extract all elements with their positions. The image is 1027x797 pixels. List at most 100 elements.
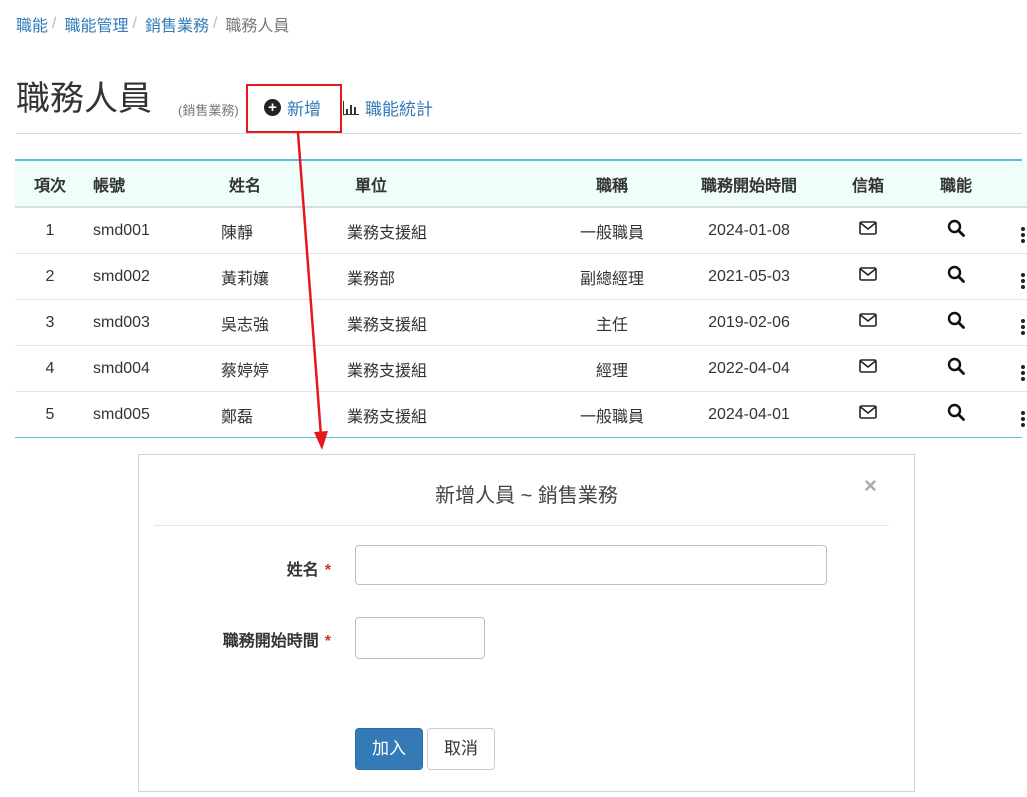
close-icon[interactable]: × bbox=[864, 475, 877, 497]
cell-mail bbox=[824, 253, 912, 300]
table-header-row: 項次 帳號 姓名 單位 職稱 職務開始時間 信箱 職能 bbox=[15, 161, 1027, 208]
cell-name: 蔡婷婷 bbox=[221, 345, 347, 392]
breadcrumb-item-skills[interactable]: 職能 bbox=[16, 12, 48, 36]
table-row: 4 smd004 蔡婷婷 業務支援組 經理 2022-04-04 bbox=[15, 345, 1027, 392]
cancel-button[interactable]: 取消 bbox=[427, 728, 495, 770]
cell-more bbox=[1000, 345, 1027, 392]
cell-no: 1 bbox=[45, 221, 55, 239]
search-icon[interactable] bbox=[947, 403, 965, 421]
breadcrumb-item-sales[interactable]: 銷售業務 bbox=[145, 12, 209, 36]
cell-job-title: 副總經理 bbox=[550, 253, 674, 300]
search-icon[interactable] bbox=[947, 311, 965, 329]
cell-account: smd002 bbox=[85, 253, 221, 300]
kebab-menu-icon[interactable] bbox=[1021, 273, 1025, 289]
cell-unit: 業務部 bbox=[347, 253, 550, 300]
start-date-input[interactable] bbox=[355, 617, 485, 659]
cell-name: 黃莉孃 bbox=[221, 253, 347, 300]
bar-chart-icon bbox=[343, 100, 359, 115]
cell-no: 3 bbox=[15, 299, 85, 346]
modal-divider bbox=[154, 525, 889, 526]
skill-stats-link[interactable]: 職能統計 bbox=[343, 95, 433, 120]
name-field-label: 姓名 * bbox=[179, 556, 331, 580]
add-button[interactable]: 加入 bbox=[355, 728, 423, 770]
column-header-skills: 職能 bbox=[912, 161, 1000, 208]
page-header: 職務人員 (銷售業務) + 新增 職能統計 bbox=[16, 76, 1022, 134]
cell-skills bbox=[912, 345, 1000, 392]
start-date-label-text: 職務開始時間 bbox=[222, 633, 319, 650]
cell-name: 陳靜 bbox=[221, 224, 254, 242]
cell-mail bbox=[824, 207, 912, 254]
column-header-no: 項次 bbox=[15, 161, 85, 208]
add-staff-modal: 新增人員 ~ 銷售業務 × 姓名 * 職務開始時間 * 加入 取消 bbox=[138, 454, 915, 792]
cell-mail bbox=[824, 299, 912, 346]
name-label-text: 姓名 bbox=[286, 562, 319, 579]
cell-name: 鄭磊 bbox=[221, 391, 347, 437]
cell-start-date: 2024-04-01 bbox=[674, 391, 824, 437]
cell-unit: 業務支援組 bbox=[347, 224, 428, 242]
search-icon[interactable] bbox=[947, 357, 965, 375]
page-subtitle: (銷售業務) bbox=[178, 103, 239, 118]
page-title: 職務人員 bbox=[16, 80, 152, 118]
column-header-unit: 單位 bbox=[347, 161, 550, 208]
cell-start-date: 2021-05-03 bbox=[674, 253, 824, 300]
required-mark: * bbox=[324, 633, 331, 650]
cell-more bbox=[1000, 253, 1027, 300]
column-header-name: 姓名 bbox=[221, 161, 347, 208]
skill-stats-label: 職能統計 bbox=[365, 100, 433, 119]
cell-account: smd005 bbox=[85, 391, 221, 437]
required-mark: * bbox=[324, 562, 331, 579]
envelope-icon[interactable] bbox=[859, 359, 877, 373]
envelope-icon[interactable] bbox=[859, 405, 877, 419]
breadcrumb: 職能 / 職能管理 / 銷售業務 / 職務人員 bbox=[16, 13, 289, 35]
cell-unit: 業務支援組 bbox=[347, 391, 550, 437]
envelope-icon[interactable] bbox=[859, 221, 877, 235]
cell-start-date: 2019-02-06 bbox=[674, 299, 824, 346]
name-input[interactable] bbox=[355, 545, 827, 585]
column-header-job-title: 職稱 bbox=[550, 161, 674, 208]
search-icon[interactable] bbox=[947, 219, 965, 237]
table-row: 1 smd001 陳靜 業務支援組 一般職員 2024-01-08 bbox=[15, 207, 1027, 254]
cell-account: smd001 bbox=[93, 221, 150, 239]
cell-unit: 業務支援組 bbox=[347, 345, 550, 392]
cell-more bbox=[1000, 391, 1027, 437]
kebab-menu-icon[interactable] bbox=[1021, 319, 1025, 335]
staff-table: 項次 帳號 姓名 單位 職稱 職務開始時間 信箱 職能 1 smd001 陳靜 … bbox=[15, 159, 1027, 438]
cell-mail bbox=[824, 391, 912, 437]
column-header-more bbox=[1000, 161, 1027, 208]
breadcrumb-item-skill-management[interactable]: 職能管理 bbox=[64, 12, 128, 36]
breadcrumb-current: 職務人員 bbox=[225, 18, 290, 35]
kebab-menu-icon[interactable] bbox=[1021, 227, 1025, 243]
kebab-menu-icon[interactable] bbox=[1021, 365, 1025, 381]
cell-job-title: 一般職員 bbox=[550, 391, 674, 437]
envelope-icon[interactable] bbox=[859, 313, 877, 327]
cell-more bbox=[1000, 299, 1027, 346]
start-date-field-label: 職務開始時間 * bbox=[179, 627, 331, 651]
cell-more bbox=[1000, 207, 1027, 254]
cell-skills bbox=[912, 391, 1000, 437]
column-header-start-date: 職務開始時間 bbox=[674, 161, 824, 208]
kebab-menu-icon[interactable] bbox=[1021, 411, 1025, 427]
table-row: 2 smd002 黃莉孃 業務部 副總經理 2021-05-03 bbox=[15, 253, 1027, 300]
cell-no: 2 bbox=[15, 253, 85, 300]
search-icon[interactable] bbox=[947, 265, 965, 283]
cell-unit: 業務支援組 bbox=[347, 299, 550, 346]
cell-account: smd003 bbox=[85, 299, 221, 346]
breadcrumb-separator: / bbox=[52, 15, 57, 32]
cell-job-title: 經理 bbox=[550, 345, 674, 392]
cell-account: smd004 bbox=[85, 345, 221, 392]
cell-start-date: 2022-04-04 bbox=[674, 345, 824, 392]
table-row: 3 smd003 吳志強 業務支援組 主任 2019-02-06 bbox=[15, 299, 1027, 346]
cell-skills bbox=[912, 253, 1000, 300]
envelope-icon[interactable] bbox=[859, 267, 877, 281]
cell-no: 5 bbox=[15, 391, 85, 437]
cell-mail bbox=[824, 345, 912, 392]
breadcrumb-separator: / bbox=[212, 15, 218, 32]
cell-skills bbox=[912, 299, 1000, 346]
cell-start-date: 2024-01-08 bbox=[708, 221, 790, 239]
cell-no: 4 bbox=[15, 345, 85, 392]
column-header-account: 帳號 bbox=[85, 161, 221, 208]
table-row: 5 smd005 鄭磊 業務支援組 一般職員 2024-04-01 bbox=[15, 391, 1027, 437]
cell-job-title: 一般職員 bbox=[579, 224, 644, 242]
breadcrumb-separator: / bbox=[132, 15, 137, 32]
cell-skills bbox=[912, 207, 1000, 254]
